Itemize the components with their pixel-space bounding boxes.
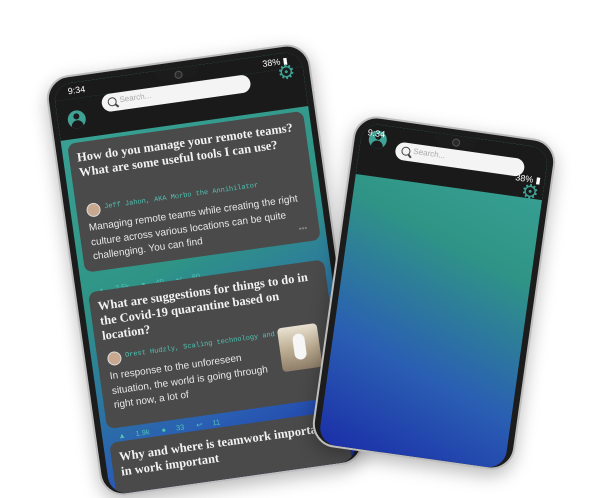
search-icon	[400, 146, 412, 157]
comment-icon[interactable]: ●	[161, 425, 167, 435]
share-count: 11	[211, 417, 221, 428]
share-icon[interactable]: ↩	[196, 420, 203, 430]
gear-icon[interactable]: ⚙	[276, 61, 297, 85]
author-avatar	[85, 202, 102, 218]
search-placeholder: Search...	[118, 90, 152, 105]
avatar-icon[interactable]	[66, 109, 87, 130]
upvote-icon[interactable]: ▲	[118, 431, 127, 441]
author-avatar	[106, 350, 123, 367]
phone-right: Search... ⚙ 9:34 38% ▮	[309, 113, 559, 473]
search-icon	[107, 96, 118, 107]
comment-count: 33	[175, 422, 185, 433]
battery-indicator: 38% ▮	[514, 172, 542, 186]
question-card[interactable]: How do you manage your remote teams? Wha…	[67, 110, 321, 295]
answer-thumbnail[interactable]	[276, 323, 323, 373]
status-time: 9:34	[67, 83, 86, 97]
more-icon[interactable]: •••	[298, 223, 308, 233]
phone-right-screen: Search... ⚙ 9:34 38% ▮	[317, 122, 550, 470]
